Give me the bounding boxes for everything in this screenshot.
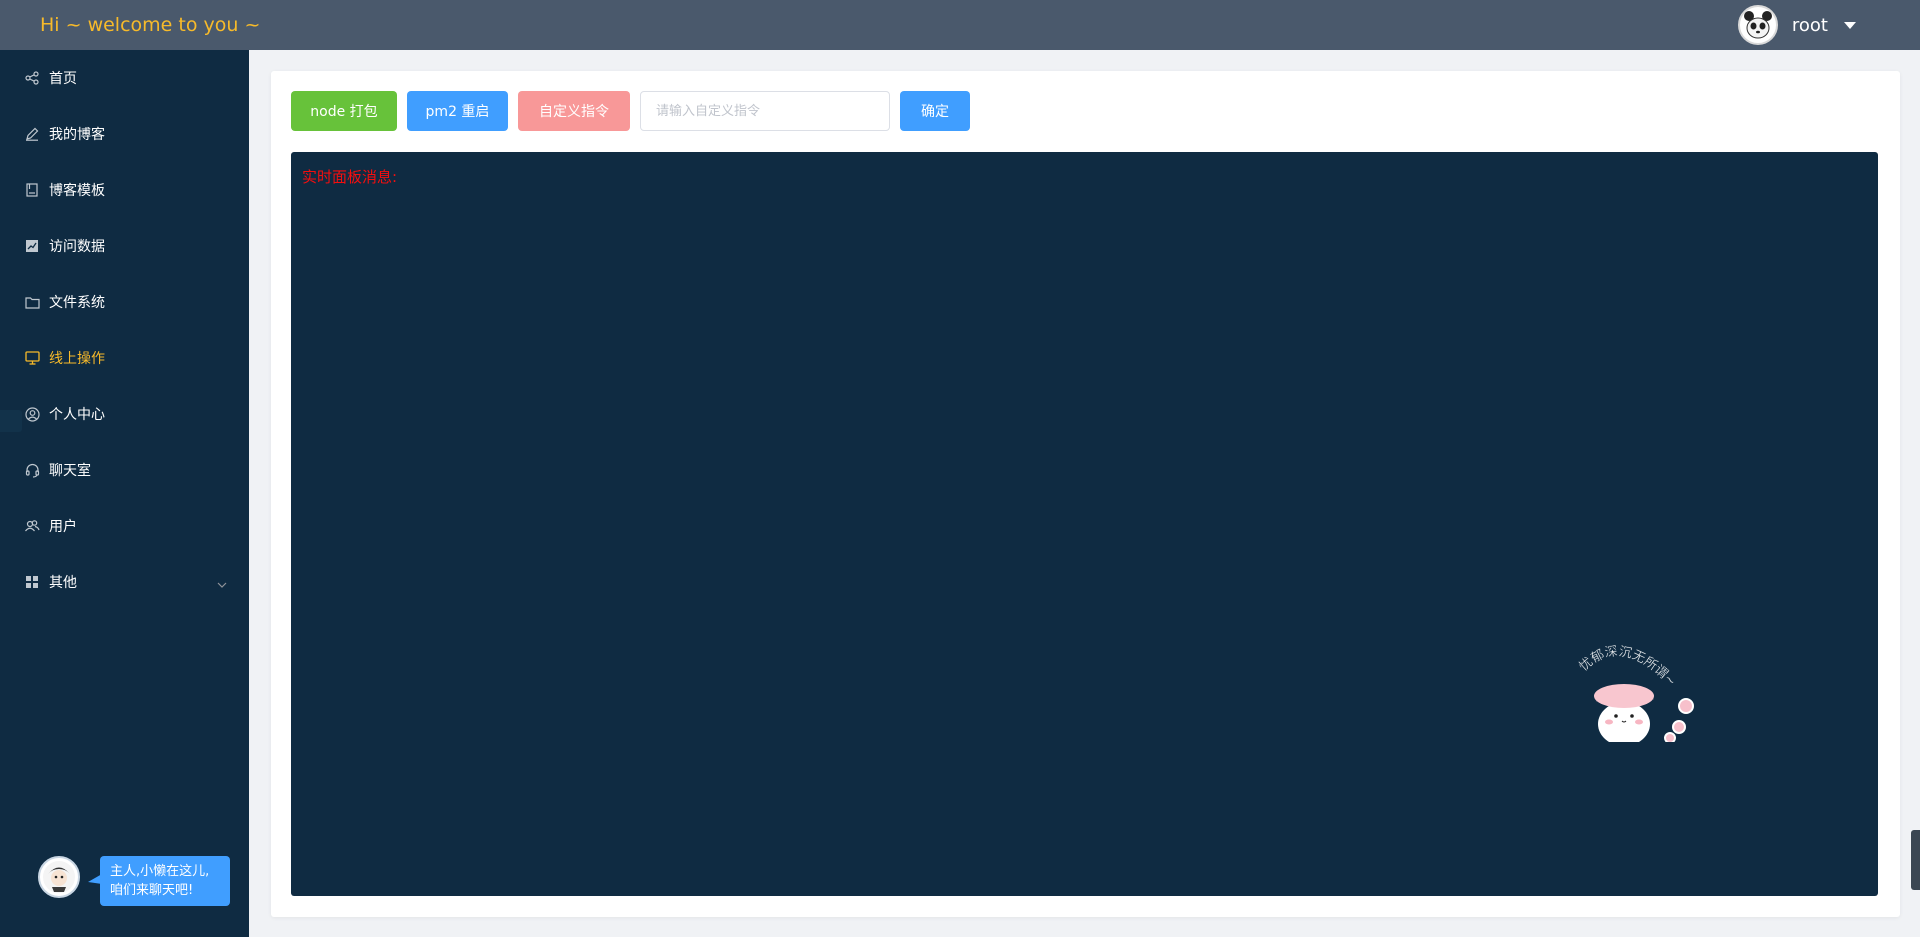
sidebar-item-label: 线上操作 bbox=[49, 351, 105, 367]
sidebar-item-online-ops[interactable]: 线上操作 bbox=[0, 330, 249, 386]
share-icon bbox=[24, 70, 40, 86]
welcome-text: Hi ~ welcome to you ~ bbox=[40, 14, 261, 36]
custom-command-input[interactable] bbox=[640, 91, 890, 131]
sidebar-item-label: 我的博客 bbox=[49, 127, 105, 143]
svg-text:忧郁深沉无所谓~: 忧郁深沉无所谓~ bbox=[1577, 644, 1679, 689]
folder-icon bbox=[24, 294, 40, 310]
username[interactable]: root bbox=[1792, 15, 1828, 36]
assistant-avatar[interactable] bbox=[38, 856, 80, 898]
headset-icon bbox=[24, 462, 40, 478]
sidebar-item-label: 首页 bbox=[49, 71, 77, 87]
chat-assistant-widget[interactable]: 主人,小懒在这儿,咱们来聊天吧! bbox=[38, 856, 230, 906]
sidebar-collapse-tab[interactable] bbox=[0, 410, 22, 432]
console-title: 实时面板消息: bbox=[302, 168, 398, 186]
confirm-button[interactable]: 确定 bbox=[900, 91, 970, 131]
sidebar-item-my-blog[interactable]: 我的博客 bbox=[0, 106, 249, 162]
users-icon bbox=[24, 518, 40, 534]
assistant-character-icon bbox=[43, 861, 75, 893]
sticker-caption: 忧郁深沉无所谓~ bbox=[1576, 644, 1678, 690]
pm2-restart-button[interactable]: pm2 重启 bbox=[407, 91, 508, 131]
sidebar-item-home[interactable]: 首页 bbox=[0, 50, 249, 106]
chevron-down-icon bbox=[217, 576, 227, 592]
sidebar-item-label: 文件系统 bbox=[49, 295, 105, 311]
user-icon bbox=[24, 406, 40, 422]
realtime-console[interactable]: 实时面板消息: 忧郁深沉无所谓~ bbox=[291, 152, 1878, 896]
sidebar-item-blog-template[interactable]: 博客模板 bbox=[0, 162, 249, 218]
sidebar-item-file-system[interactable]: 文件系统 bbox=[0, 274, 249, 330]
sidebar-item-label: 博客模板 bbox=[49, 183, 105, 199]
grid-icon bbox=[24, 574, 40, 590]
notebook-icon bbox=[24, 182, 40, 198]
edit-icon bbox=[24, 126, 40, 142]
assistant-message-bubble: 主人,小懒在这儿,咱们来聊天吧! bbox=[88, 856, 230, 906]
sidebar-item-personal-center[interactable]: 个人中心 bbox=[0, 386, 249, 442]
sidebar-item-users[interactable]: 用户 bbox=[0, 498, 249, 554]
sidebar-item-label: 用户 bbox=[49, 519, 77, 535]
online-operations-panel: node 打包 pm2 重启 自定义指令 确定 实时面板消息: 忧郁深沉无所谓~ bbox=[271, 71, 1900, 917]
caret-down-icon[interactable] bbox=[1844, 21, 1856, 29]
custom-command-button[interactable]: 自定义指令 bbox=[518, 91, 630, 131]
user-menu[interactable]: root bbox=[1737, 5, 1856, 45]
cute-mascot-sticker: 忧郁深沉无所谓~ bbox=[1576, 644, 1694, 742]
user-avatar[interactable] bbox=[1737, 5, 1778, 45]
sidebar-menu: 首页 我的博客 博客模板 访问数据 文件系统 线上操作 个人中心 聊天室 用户 … bbox=[0, 50, 249, 937]
sidebar-item-visit-data[interactable]: 访问数据 bbox=[0, 218, 249, 274]
chart-icon bbox=[24, 238, 40, 254]
sidebar-item-chat-room[interactable]: 聊天室 bbox=[0, 442, 249, 498]
sidebar-item-label: 个人中心 bbox=[49, 407, 105, 423]
sidebar-item-label: 访问数据 bbox=[49, 239, 105, 255]
sidebar-item-other[interactable]: 其他 bbox=[0, 554, 249, 610]
command-toolbar: node 打包 pm2 重启 自定义指令 确定 bbox=[291, 91, 970, 131]
sidebar-item-label: 聊天室 bbox=[49, 463, 91, 479]
top-header: Hi ~ welcome to you ~ root bbox=[0, 0, 1920, 50]
node-build-button[interactable]: node 打包 bbox=[291, 91, 397, 131]
monitor-icon bbox=[24, 350, 40, 366]
sidebar-item-label: 其他 bbox=[49, 575, 77, 591]
side-scroll-handle[interactable] bbox=[1911, 830, 1920, 890]
panda-avatar-icon bbox=[1740, 8, 1775, 42]
